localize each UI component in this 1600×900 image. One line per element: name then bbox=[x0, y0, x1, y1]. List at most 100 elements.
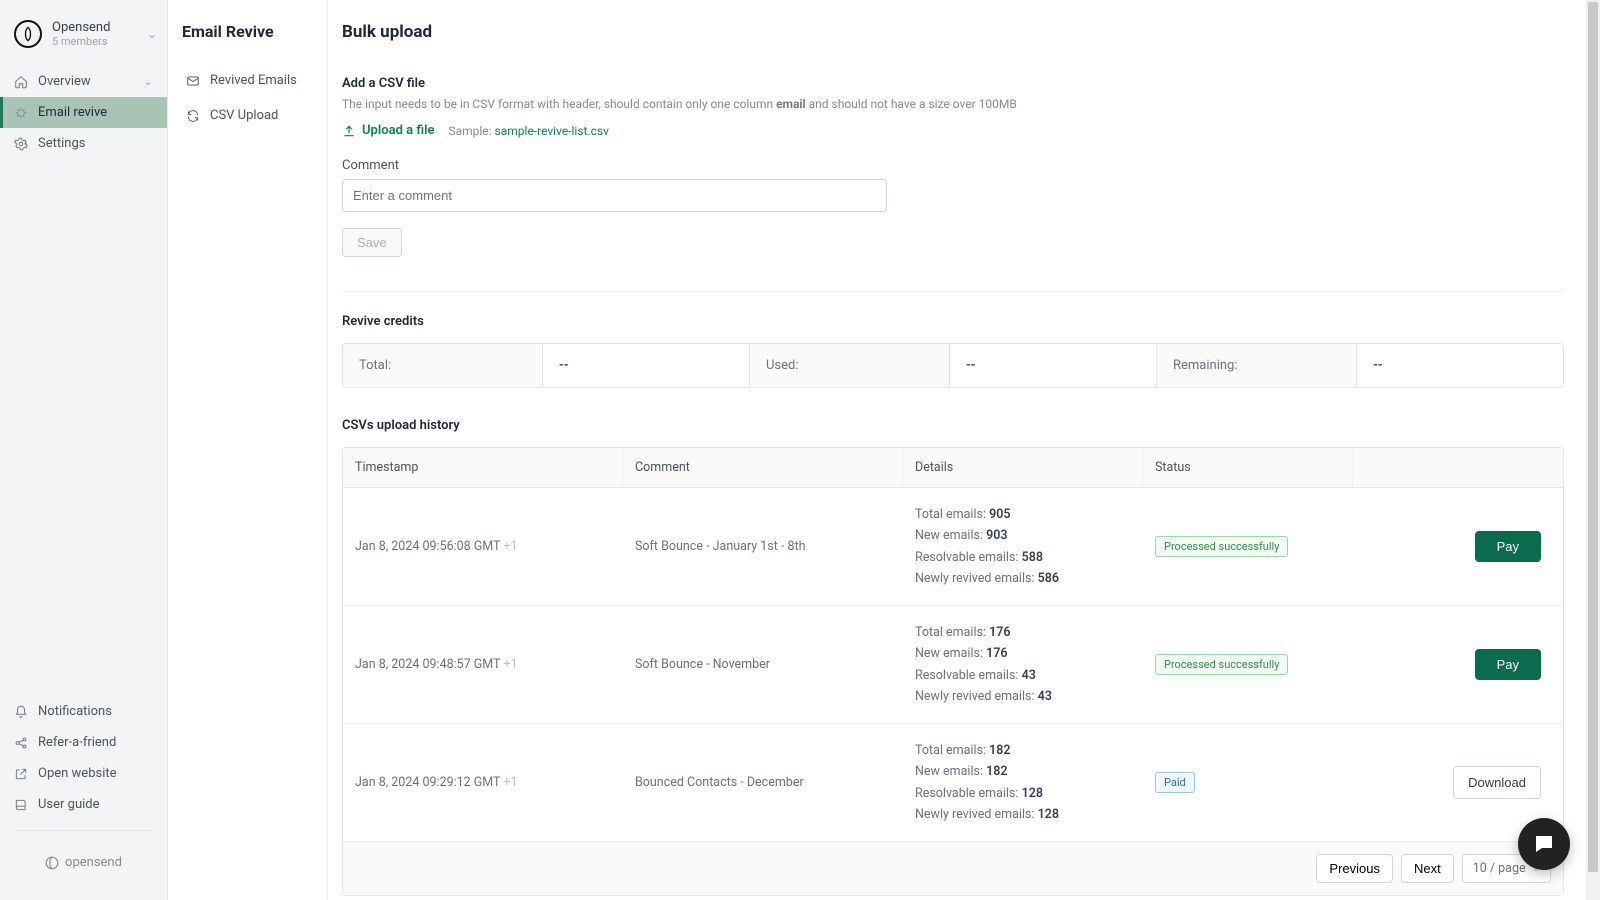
main-content: Bulk upload Add a CSV file The input nee… bbox=[328, 0, 1600, 900]
sidebar-item-email-revive[interactable]: Email revive bbox=[0, 97, 167, 128]
sparkle-icon bbox=[14, 106, 28, 120]
cell-timestamp: Jan 8, 2024 09:48:57 GMT +1 bbox=[343, 657, 623, 672]
credits-used-value: -- bbox=[950, 344, 1157, 387]
cell-comment: Soft Bounce - November bbox=[623, 657, 903, 672]
home-icon bbox=[14, 75, 28, 89]
status-badge: Paid bbox=[1155, 772, 1195, 793]
credits-total-value: -- bbox=[543, 344, 750, 387]
divider bbox=[14, 830, 153, 831]
cell-comment: Bounced Contacts - December bbox=[623, 775, 903, 790]
csv-section-label: Add a CSV file bbox=[342, 76, 1564, 91]
sidebar-item-label: Notifications bbox=[38, 704, 112, 719]
cell-status: Paid bbox=[1143, 772, 1353, 793]
subnav-title: Email Revive bbox=[182, 22, 313, 41]
sidebar-item-label: Refer-a-friend bbox=[38, 735, 116, 750]
upload-icon bbox=[342, 124, 356, 138]
sidebar-item-label: Email revive bbox=[38, 105, 107, 120]
chevron-down-icon: ⌄ bbox=[144, 75, 153, 88]
sidebar-item-refer[interactable]: Refer-a-friend bbox=[0, 727, 167, 758]
prev-page-button[interactable]: Previous bbox=[1316, 854, 1393, 883]
credits-remaining-label: Remaining: bbox=[1157, 344, 1357, 387]
save-button[interactable]: Save bbox=[342, 228, 402, 257]
subnav-item-label: CSV Upload bbox=[210, 108, 278, 123]
credits-table: Total: -- Used: -- Remaining: -- bbox=[342, 343, 1564, 388]
cell-details: Total emails: 182New emails: 182Resolvab… bbox=[903, 740, 1143, 825]
col-actions bbox=[1353, 448, 1563, 487]
external-link-icon bbox=[14, 767, 28, 781]
cell-action: Pay bbox=[1353, 531, 1563, 562]
subnav-item-csv-upload[interactable]: CSV Upload bbox=[182, 98, 313, 133]
download-button[interactable]: Download bbox=[1453, 766, 1541, 799]
sidebar-bottom: Notifications Refer-a-friend Open websit… bbox=[0, 690, 167, 900]
org-logo-icon bbox=[14, 20, 42, 48]
subnav-item-revived-emails[interactable]: Revived Emails bbox=[182, 63, 313, 98]
cell-status: Processed successfully bbox=[1143, 654, 1353, 675]
subnav: Email Revive Revived Emails CSV Upload bbox=[168, 0, 328, 900]
sidebar-item-open-website[interactable]: Open website bbox=[0, 758, 167, 789]
sidebar-nav: Overview ⌄ Email revive Settings bbox=[0, 66, 167, 159]
inbox-icon bbox=[186, 74, 200, 88]
comment-label: Comment bbox=[342, 158, 1564, 173]
gear-icon bbox=[14, 137, 28, 151]
pay-button[interactable]: Pay bbox=[1475, 531, 1541, 562]
credits-total-label: Total: bbox=[343, 344, 543, 387]
page-title: Bulk upload bbox=[342, 22, 1564, 42]
col-details: Details bbox=[903, 448, 1143, 487]
cell-action: Pay bbox=[1353, 649, 1563, 680]
sidebar-item-label: Overview bbox=[38, 74, 91, 89]
next-page-button[interactable]: Next bbox=[1401, 854, 1454, 883]
refresh-icon bbox=[186, 109, 200, 123]
sidebar-item-label: Settings bbox=[38, 136, 85, 151]
cell-timestamp: Jan 8, 2024 09:56:08 GMT +1 bbox=[343, 539, 623, 554]
cell-action: Download bbox=[1353, 766, 1563, 799]
table-row: Jan 8, 2024 09:29:12 GMT +1Bounced Conta… bbox=[343, 724, 1563, 841]
org-name: Opensend bbox=[52, 20, 110, 35]
table-header: Timestamp Comment Details Status bbox=[343, 448, 1563, 488]
col-status: Status bbox=[1143, 448, 1353, 487]
brand-footer: opensend bbox=[0, 841, 167, 888]
table-footer: Previous Next 10 / page ⌄ bbox=[343, 841, 1563, 895]
sidebar: Opensend 5 members ⌄ Overview ⌄ Email re… bbox=[0, 0, 168, 900]
book-icon bbox=[14, 798, 28, 812]
chevron-down-icon: ⌄ bbox=[147, 27, 157, 41]
org-members: 5 members bbox=[52, 35, 110, 48]
credits-used-label: Used: bbox=[750, 344, 950, 387]
sample-link[interactable]: sample-revive-list.csv bbox=[495, 124, 609, 138]
table-row: Jan 8, 2024 09:48:57 GMT +1Soft Bounce -… bbox=[343, 606, 1563, 724]
pay-button[interactable]: Pay bbox=[1475, 649, 1541, 680]
cell-details: Total emails: 905New emails: 903Resolvab… bbox=[903, 504, 1143, 589]
history-title: CSVs upload history bbox=[342, 418, 1564, 433]
col-comment: Comment bbox=[623, 448, 903, 487]
sidebar-item-settings[interactable]: Settings bbox=[0, 128, 167, 159]
cell-status: Processed successfully bbox=[1143, 536, 1353, 557]
cell-timestamp: Jan 8, 2024 09:29:12 GMT +1 bbox=[343, 775, 623, 790]
sidebar-item-label: Open website bbox=[38, 766, 117, 781]
upload-file-button[interactable]: Upload a file bbox=[342, 123, 434, 138]
divider bbox=[342, 291, 1564, 292]
credits-title: Revive credits bbox=[342, 314, 1564, 329]
cell-comment: Soft Bounce - January 1st - 8th bbox=[623, 539, 903, 554]
sidebar-item-notifications[interactable]: Notifications bbox=[0, 696, 167, 727]
brand-name: opensend bbox=[65, 855, 122, 870]
chat-icon bbox=[1532, 832, 1556, 856]
sidebar-item-overview[interactable]: Overview ⌄ bbox=[0, 66, 167, 97]
sample-download: Sample: sample-revive-list.csv bbox=[448, 124, 608, 138]
status-badge: Processed successfully bbox=[1155, 654, 1288, 675]
credits-remaining-value: -- bbox=[1357, 344, 1563, 387]
sidebar-item-label: User guide bbox=[38, 797, 100, 812]
subnav-item-label: Revived Emails bbox=[210, 73, 297, 88]
table-row: Jan 8, 2024 09:56:08 GMT +1Soft Bounce -… bbox=[343, 488, 1563, 606]
comment-input[interactable] bbox=[342, 179, 887, 212]
history-table: Timestamp Comment Details Status Jan 8, … bbox=[342, 447, 1564, 896]
status-badge: Processed successfully bbox=[1155, 536, 1288, 557]
cell-details: Total emails: 176New emails: 176Resolvab… bbox=[903, 622, 1143, 707]
chat-widget-button[interactable] bbox=[1518, 818, 1570, 870]
scrollbar[interactable] bbox=[1586, 0, 1600, 900]
col-timestamp: Timestamp bbox=[343, 448, 623, 487]
csv-hint: The input needs to be in CSV format with… bbox=[342, 97, 1564, 111]
org-switcher[interactable]: Opensend 5 members ⌄ bbox=[0, 4, 167, 60]
scrollbar-thumb[interactable] bbox=[1588, 2, 1598, 872]
brand-icon bbox=[45, 856, 59, 870]
sidebar-item-user-guide[interactable]: User guide bbox=[0, 789, 167, 820]
share-icon bbox=[14, 736, 28, 750]
